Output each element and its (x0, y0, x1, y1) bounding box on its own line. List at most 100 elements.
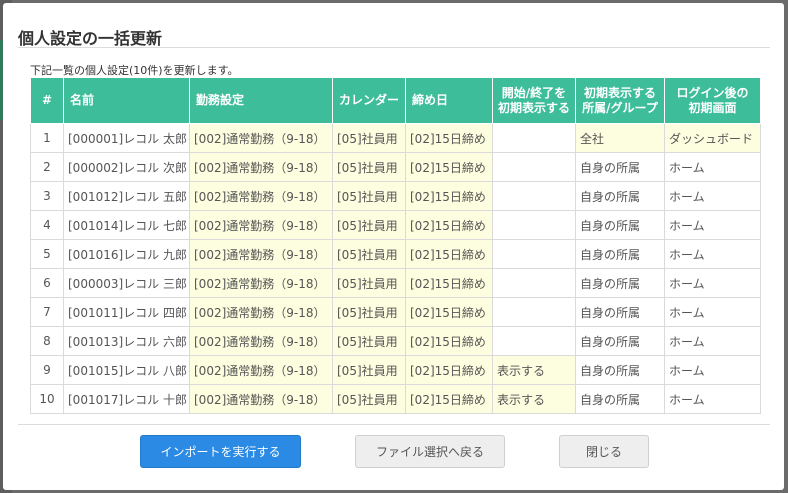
cell-work: [002]通常勤務（9-18） (189, 152, 333, 182)
settings-table: # 名前 勤務設定 カレンダー 締め日 開始/終了を 初期表示する 初期表示する所… (30, 77, 761, 414)
cell-name: [001012]レコル 五郎 (63, 181, 190, 211)
title-divider (18, 47, 770, 48)
cell-cutoff: [02]15日締め (405, 326, 493, 356)
bulk-update-dialog: 個人設定の一括更新 下記一覧の個人設定(10件)を更新します。 # 名前 勤務設… (3, 3, 784, 490)
cell-calendar: [05]社員用 (332, 297, 406, 327)
dialog-title: 個人設定の一括更新 (18, 29, 163, 48)
import-execute-button[interactable]: インポートを実行する (140, 435, 301, 468)
cell-range-display (492, 152, 576, 182)
cell-cutoff: [02]15日締め (405, 297, 493, 327)
header-work: 勤務設定 (189, 77, 333, 124)
cell-login-screen: ホーム (664, 239, 761, 269)
footer-divider (18, 424, 770, 425)
header-range-display: 開始/終了を 初期表示する (492, 77, 576, 124)
table-row: 1 [000001]レコル 太郎 [002]通常勤務（9-18） [05]社員用 [02… (30, 123, 761, 153)
table-row: 2 [000002]レコル 次郎 [002]通常勤務（9-18） [05]社員用 [02… (30, 152, 761, 182)
cell-work: [002]通常勤務（9-18） (189, 181, 333, 211)
cell-initial-scope: 自身の所属 (575, 181, 665, 211)
cell-calendar: [05]社員用 (332, 239, 406, 269)
cell-calendar: [05]社員用 (332, 326, 406, 356)
cell-range-display (492, 239, 576, 269)
cell-name: [000003]レコル 三郎 (63, 268, 190, 298)
back-to-file-select-button[interactable]: ファイル選択へ戻る (355, 435, 505, 468)
header-range-line2: 初期表示する (497, 100, 570, 115)
cell-name: [000002]レコル 次郎 (63, 152, 190, 182)
cell-num: 2 (30, 152, 64, 182)
cell-initial-scope: 自身の所属 (575, 384, 665, 414)
cell-name: [001015]レコル 八郎 (63, 355, 190, 385)
header-cutoff: 締め日 (405, 77, 493, 124)
cell-login-screen: ホーム (664, 268, 761, 298)
header-calendar: カレンダー (332, 77, 406, 124)
cell-initial-scope: 自身の所属 (575, 210, 665, 240)
close-button[interactable]: 閉じる (559, 435, 649, 468)
cell-work: [002]通常勤務（9-18） (189, 355, 333, 385)
table-header-row: # 名前 勤務設定 カレンダー 締め日 開始/終了を 初期表示する 初期表示する所… (30, 77, 761, 124)
cell-work: [002]通常勤務（9-18） (189, 123, 333, 153)
cell-initial-scope: 自身の所属 (575, 268, 665, 298)
table-row: 10 [001017]レコル 十郎 [002]通常勤務（9-18） [05]社員用 [0… (30, 384, 761, 414)
cell-num: 6 (30, 268, 64, 298)
cell-login-screen: ホーム (664, 181, 761, 211)
cell-initial-scope: 自身の所属 (575, 355, 665, 385)
cell-name: [001013]レコル 六郎 (63, 326, 190, 356)
cell-initial-scope: 自身の所属 (575, 297, 665, 327)
cell-name: [001017]レコル 十郎 (63, 384, 190, 414)
header-login-line2: 初期画面 (688, 100, 737, 115)
cell-range-display (492, 326, 576, 356)
table-row: 5 [001016]レコル 九郎 [002]通常勤務（9-18） [05]社員用 [02… (30, 239, 761, 269)
cell-num: 3 (30, 181, 64, 211)
header-login-screen: ログイン後の 初期画面 (664, 77, 761, 124)
cell-name: [001016]レコル 九郎 (63, 239, 190, 269)
table-row: 7 [001011]レコル 四郎 [002]通常勤務（9-18） [05]社員用 [02… (30, 297, 761, 327)
table-row: 6 [000003]レコル 三郎 [002]通常勤務（9-18） [05]社員用 [02… (30, 268, 761, 298)
cell-range-display (492, 181, 576, 211)
cell-calendar: [05]社員用 (332, 384, 406, 414)
cell-login-screen: ホーム (664, 326, 761, 356)
cell-num: 1 (30, 123, 64, 153)
cell-initial-scope: 自身の所属 (575, 152, 665, 182)
table-row: 8 [001013]レコル 六郎 [002]通常勤務（9-18） [05]社員用 [02… (30, 326, 761, 356)
table-row: 9 [001015]レコル 八郎 [002]通常勤務（9-18） [05]社員用 [02… (30, 355, 761, 385)
cell-cutoff: [02]15日締め (405, 239, 493, 269)
cell-initial-scope: 自身の所属 (575, 239, 665, 269)
cell-name: [000001]レコル 太郎 (63, 123, 190, 153)
cell-work: [002]通常勤務（9-18） (189, 210, 333, 240)
cell-range-display (492, 268, 576, 298)
cell-login-screen: ホーム (664, 384, 761, 414)
cell-num: 7 (30, 297, 64, 327)
header-login-line1: ログイン後の (676, 85, 749, 100)
cell-work: [002]通常勤務（9-18） (189, 239, 333, 269)
cell-login-screen: ホーム (664, 355, 761, 385)
cell-name: [001011]レコル 四郎 (63, 297, 190, 327)
cell-work: [002]通常勤務（9-18） (189, 384, 333, 414)
header-scope-line2: 所属/グループ (582, 100, 658, 115)
cell-num: 8 (30, 326, 64, 356)
header-num: # (30, 77, 64, 124)
cell-cutoff: [02]15日締め (405, 384, 493, 414)
cell-num: 5 (30, 239, 64, 269)
cell-work: [002]通常勤務（9-18） (189, 297, 333, 327)
table-row: 4 [001014]レコル 七郎 [002]通常勤務（9-18） [05]社員用 [02… (30, 210, 761, 240)
header-name: 名前 (63, 77, 190, 124)
cell-login-screen: ホーム (664, 152, 761, 182)
cell-calendar: [05]社員用 (332, 268, 406, 298)
cell-num: 9 (30, 355, 64, 385)
cell-calendar: [05]社員用 (332, 355, 406, 385)
header-initial-scope: 初期表示する 所属/グループ (575, 77, 665, 124)
cell-login-screen: ダッシュボード (664, 123, 761, 153)
cell-work: [002]通常勤務（9-18） (189, 268, 333, 298)
cell-num: 10 (30, 384, 64, 414)
header-scope-line1: 初期表示する (583, 85, 656, 100)
cell-cutoff: [02]15日締め (405, 210, 493, 240)
header-range-line1: 開始/終了を (501, 85, 567, 100)
dialog-description: 下記一覧の個人設定(10件)を更新します。 (30, 64, 239, 77)
cell-login-screen: ホーム (664, 297, 761, 327)
cell-login-screen: ホーム (664, 210, 761, 240)
cell-initial-scope: 全社 (575, 123, 665, 153)
cell-range-display (492, 123, 576, 153)
cell-work: [002]通常勤務（9-18） (189, 326, 333, 356)
cell-calendar: [05]社員用 (332, 152, 406, 182)
cell-range-display: 表示する (492, 355, 576, 385)
cell-cutoff: [02]15日締め (405, 123, 493, 153)
